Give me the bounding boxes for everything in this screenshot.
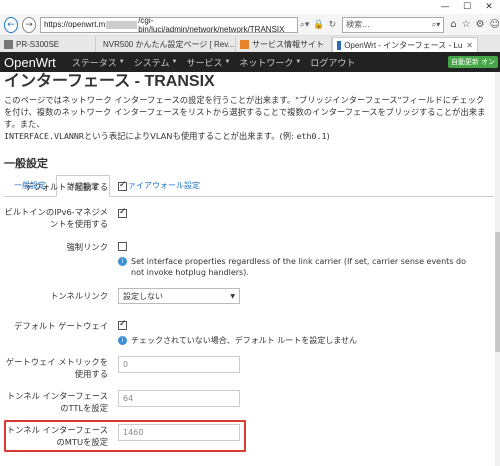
- browser-tabs: PR-S300SE NVR500 かんたん設定ページ [ Rev... サービス…: [0, 36, 500, 52]
- refresh-icon[interactable]: ↻: [329, 20, 337, 30]
- search-input[interactable]: 検索... ⌕▾: [342, 16, 445, 33]
- browser-tab-active[interactable]: OpenWrt - インターフェース - Lu ✕: [332, 37, 478, 52]
- url-prefix: https://openwrt.m: [43, 20, 106, 29]
- favicon-icon: [4, 40, 13, 49]
- url-icons: ⌕▾ 🔒 ↻: [300, 20, 336, 30]
- menu-system[interactable]: システム ▼: [134, 56, 178, 69]
- section-title: 一般設定: [4, 157, 48, 170]
- brand-logo[interactable]: OpenWrt: [4, 55, 56, 70]
- search-dropdown-icon[interactable]: ⌕▾: [300, 20, 310, 30]
- browser-tab[interactable]: PR-S300SE: [0, 37, 96, 52]
- desc-text: という表記によりVLANも使用することが出来ます。(例:: [83, 131, 297, 141]
- force-link-checkbox[interactable]: [118, 242, 127, 251]
- url-redacted: [106, 20, 138, 29]
- default-gateway-help: i チェックされていない場合、デフォルト ルートを設定しません: [118, 335, 478, 346]
- close-tab-icon[interactable]: ✕: [466, 41, 473, 50]
- help-text: Set interface properties regardless of t…: [131, 257, 466, 277]
- chevron-down-icon: ▼: [171, 59, 178, 65]
- field-label: ビルトインのIPv6-マネジメントを使用する: [4, 207, 108, 229]
- field-label: ゲートウェイ メトリックを使用する: [5, 357, 108, 379]
- menu-label: サービス: [186, 57, 223, 68]
- field-label: トンネル インターフェースのMTUを設定: [6, 425, 108, 447]
- chevron-down-icon: ▼: [118, 59, 125, 65]
- search-placeholder: 検索...: [346, 20, 370, 29]
- favicon-icon: [337, 40, 342, 50]
- tunnel-link-select[interactable]: 設定しない ▼: [118, 288, 240, 304]
- scrollbar[interactable]: [495, 72, 500, 466]
- chevron-down-icon: ▼: [230, 292, 235, 300]
- ipv6-checkbox[interactable]: [118, 207, 127, 218]
- auto-refresh-badge[interactable]: 自動更新 オン: [448, 56, 498, 68]
- search-icon[interactable]: ⌕▾: [432, 20, 441, 30]
- star-icon[interactable]: ☆: [462, 19, 471, 30]
- lock-icon[interactable]: 🔒: [313, 20, 324, 30]
- main-content: インターフェース - TRANSIX このページではネットワーク インターフェー…: [0, 72, 496, 466]
- menu-logout[interactable]: ログアウト: [310, 56, 355, 69]
- menu-status[interactable]: ステータス ▼: [72, 56, 125, 69]
- home-icon[interactable]: ⌂: [450, 19, 456, 30]
- menu-network[interactable]: ネットワーク ▼: [239, 56, 301, 69]
- tab-label: OpenWrt - インターフェース - Lu: [344, 40, 463, 50]
- tunnel-ttl-input[interactable]: 64: [118, 390, 240, 407]
- url-field[interactable]: https://openwrt.m /cgi-bin/luci/admin/ne…: [39, 15, 298, 34]
- field-label: デフォルト ゲートウェイ: [14, 321, 108, 331]
- menu-label: ログアウト: [310, 57, 356, 68]
- desc-text: このページではネットワーク インターフェースの設定を行うことが出来ます。"ブリッ…: [4, 95, 486, 129]
- tab-label: サービス情報サイト: [252, 40, 324, 49]
- gateway-metric-input[interactable]: 0: [118, 356, 240, 373]
- address-bar-row: ← → https://openwrt.m /cgi-bin/luci/admi…: [0, 14, 500, 36]
- help-text: チェックされていない場合、デフォルト ルートを設定しません: [131, 336, 358, 345]
- scrollbar-thumb[interactable]: [495, 232, 500, 352]
- info-icon: i: [118, 336, 127, 345]
- gear-icon[interactable]: ⚙: [476, 19, 485, 30]
- openwrt-navbar: OpenWrt ステータス ▼ システム ▼ サービス ▼ ネットワーク ▼ ログアウト…: [0, 52, 500, 72]
- close-icon[interactable]: ✕: [478, 0, 500, 14]
- tunnel-mtu-input[interactable]: 1460: [118, 424, 240, 441]
- field-label: デフォルトで起動する: [25, 182, 108, 192]
- tab-label: NVR500 かんたん設定ページ [ Rev...: [103, 40, 235, 49]
- autostart-checkbox[interactable]: [118, 180, 127, 191]
- tab-label: PR-S300SE: [16, 40, 60, 49]
- select-value: 設定しない: [123, 291, 163, 301]
- browser-tab[interactable]: NVR500 かんたん設定ページ [ Rev...: [96, 37, 236, 52]
- force-link-help: i Set interface properties regardless of…: [118, 256, 478, 278]
- chevron-down-icon: ▼: [295, 59, 302, 65]
- browser-tab[interactable]: サービス情報サイト: [236, 37, 332, 52]
- maximize-icon[interactable]: ☐: [456, 0, 478, 14]
- menu-services[interactable]: サービス ▼: [186, 56, 230, 69]
- field-label: トンネルリンク: [50, 291, 108, 301]
- desc-code: INTERFACE.VLANNR: [4, 131, 84, 141]
- forward-button[interactable]: →: [21, 16, 36, 33]
- field-label: 強制リンク: [66, 242, 109, 252]
- window-controls: — ☐ ✕: [434, 0, 500, 14]
- menu-label: システム: [133, 57, 170, 68]
- default-gateway-checkbox[interactable]: [118, 319, 127, 330]
- back-button[interactable]: ←: [4, 16, 18, 33]
- desc-code: eth0.1: [296, 131, 327, 141]
- menu-label: ネットワーク: [239, 57, 294, 68]
- menu-label: ステータス: [71, 57, 117, 68]
- url-suffix: /cgi-bin/luci/admin/network/network/TRAN…: [138, 15, 285, 34]
- info-icon: i: [118, 257, 127, 266]
- minimize-icon[interactable]: —: [434, 0, 456, 14]
- page-title: インターフェース - TRANSIX: [4, 73, 215, 90]
- chevron-down-icon: ▼: [224, 59, 231, 65]
- browser-toolbar: ⌂ ☆ ⚙ ☺: [450, 19, 500, 30]
- field-label: トンネル インターフェースのTTLを設定: [6, 391, 108, 413]
- favicon-icon: [240, 40, 249, 49]
- page-description: このページではネットワーク インターフェースの設定を行うことが出来ます。"ブリッ…: [4, 94, 492, 142]
- desc-text: ): [326, 131, 330, 141]
- smiley-icon[interactable]: ☺: [490, 19, 500, 30]
